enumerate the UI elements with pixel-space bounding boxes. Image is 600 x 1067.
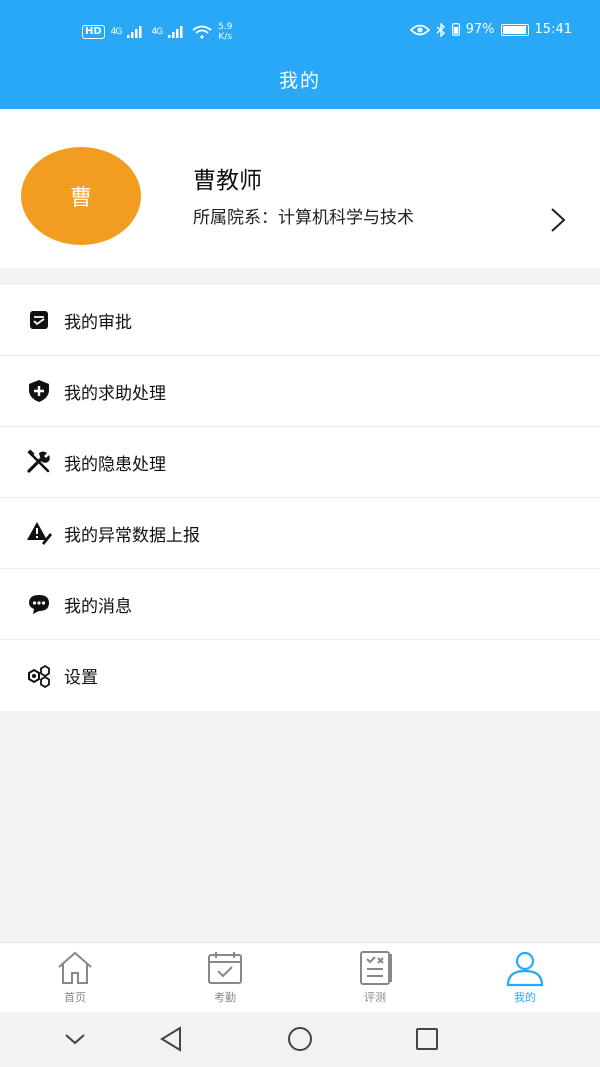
tab-mine[interactable]: 我的 [450, 943, 600, 1013]
phone-battery-icon [451, 23, 460, 36]
top-bar: HD 4G 4G 5.9 K/s 97% 15:41 我的 [0, 0, 600, 109]
help-shield-icon [26, 378, 52, 404]
menu-item-messages[interactable]: 我的消息 [0, 569, 600, 640]
system-nav-bar [0, 1012, 600, 1067]
profile-name: 曹教师 [193, 168, 262, 194]
avatar: 曹 [21, 147, 141, 245]
chevron-right-icon[interactable] [544, 205, 570, 235]
settings-icon [26, 663, 52, 689]
battery-icon [500, 23, 529, 36]
user-icon [506, 951, 544, 987]
tab-label: 首页 [64, 991, 86, 1004]
calendar-check-icon [208, 952, 242, 984]
tab-home[interactable]: 首页 [0, 943, 150, 1013]
menu-item-label: 我的隐患处理 [64, 454, 166, 475]
menu-item-label: 我的求助处理 [64, 383, 166, 404]
chevron-down-icon[interactable] [58, 1024, 92, 1054]
approval-icon [26, 307, 52, 333]
eye-icon [409, 24, 430, 35]
menu-item-hazard[interactable]: 我的隐患处理 [0, 427, 600, 498]
status-bar: HD 4G 4G 5.9 K/s 97% 15:41 [0, 14, 600, 48]
menu-item-help[interactable]: 我的求助处理 [0, 356, 600, 427]
tab-attendance[interactable]: 考勤 [150, 943, 300, 1013]
profile-card[interactable]: 曹 曹教师 所属院系：计算机科学与技术 [0, 109, 600, 268]
menu-item-label: 我的异常数据上报 [64, 525, 200, 546]
hd-badge: HD [82, 25, 105, 39]
signal-icon [168, 26, 183, 38]
battery-fill [502, 25, 526, 34]
home-circle-icon[interactable] [283, 1024, 317, 1054]
signal-icon [127, 26, 142, 38]
menu-item-label: 我的消息 [64, 596, 132, 617]
status-time: 15:41 [534, 22, 572, 37]
tab-label: 考勤 [214, 991, 236, 1004]
tab-bar: 首页 考勤 评测 我的 [0, 942, 600, 1013]
signal-label-2: 4G [151, 27, 163, 37]
checklist-icon [360, 951, 392, 985]
tab-label: 我的 [514, 991, 536, 1004]
tab-label: 评测 [364, 991, 386, 1004]
menu-item-approval[interactable]: 我的审批 [0, 285, 600, 356]
battery-percent: 97% [465, 22, 495, 37]
menu-list: 我的审批 我的求助处理 我的隐患处理 我的异常数据上报 我的消息 设置 [0, 285, 600, 711]
tab-evaluation[interactable]: 评测 [300, 943, 450, 1013]
menu-item-label: 设置 [64, 668, 98, 688]
menu-item-label: 我的审批 [64, 312, 132, 333]
back-triangle-icon[interactable] [154, 1024, 188, 1054]
recents-square-icon[interactable] [410, 1024, 444, 1054]
warning-report-icon [26, 520, 52, 546]
profile-department: 所属院系：计算机科学与技术 [193, 208, 414, 228]
home-icon [58, 951, 92, 984]
wifi-icon [192, 25, 212, 39]
menu-item-abnormal-report[interactable]: 我的异常数据上报 [0, 498, 600, 569]
bluetooth-icon [436, 22, 445, 37]
menu-item-settings[interactable]: 设置 [0, 640, 600, 711]
page-title: 我的 [278, 70, 321, 92]
network-speed: 5.9 K/s [218, 22, 233, 42]
message-icon [26, 591, 52, 617]
signal-label-1: 4G [110, 27, 123, 37]
tools-icon [26, 449, 52, 475]
